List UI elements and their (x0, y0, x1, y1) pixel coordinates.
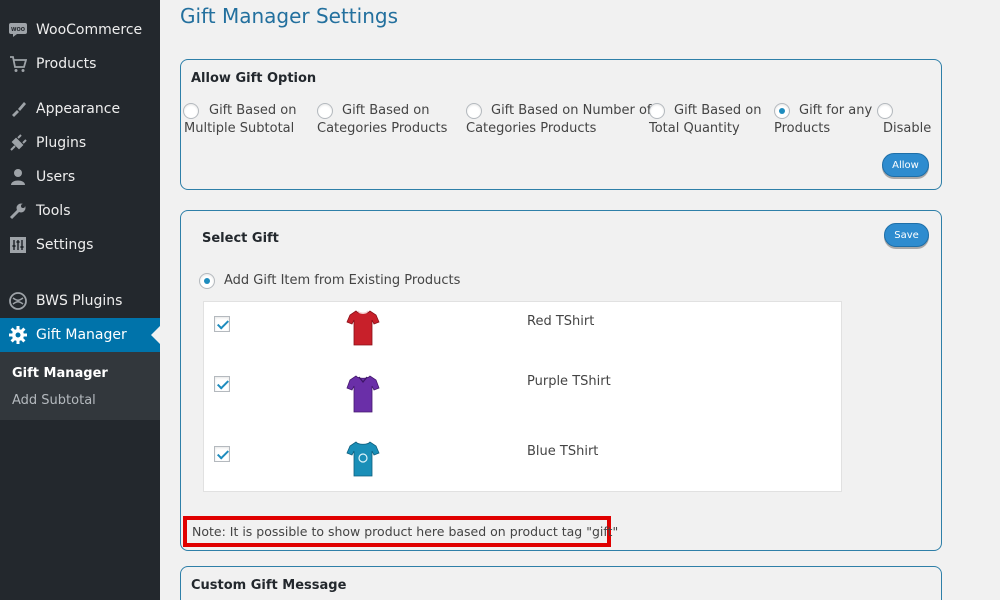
option-label: Gift Based on (674, 103, 762, 118)
plug-icon (9, 134, 27, 152)
radio-disable[interactable] (877, 103, 893, 119)
radio-categories-products[interactable] (317, 103, 333, 119)
submenu-item-add-subtotal[interactable]: Add Subtotal (12, 393, 96, 408)
product-checkbox-purple[interactable] (214, 376, 230, 392)
option-label: Gift Based on (209, 103, 297, 118)
sidebar-item-label: Products (36, 56, 97, 72)
sidebar-item-label: Plugins (36, 135, 87, 151)
radio-number-of-categories[interactable] (466, 103, 482, 119)
save-button[interactable]: Save (884, 223, 929, 247)
gift-products-table (203, 301, 842, 492)
custom-gift-message-title: Custom Gift Message (191, 578, 347, 593)
option-label: Categories Products (466, 121, 597, 136)
sidebar-item-label: Gift Manager (36, 327, 127, 343)
sidebar-item-users[interactable]: Users (0, 160, 160, 194)
product-name: Blue TShirt (527, 444, 599, 459)
note-highlight: Note: It is possible to show product her… (183, 516, 618, 547)
sidebar-item-label: Settings (36, 237, 94, 253)
sidebar-item-label: Appearance (36, 101, 121, 117)
allow-gift-option-title: Allow Gift Option (191, 71, 317, 86)
purple-tshirt-image (346, 375, 380, 413)
sidebar-item-plugins[interactable]: Plugins (0, 126, 160, 160)
gift-manager-submenu: Gift Manager Add Subtotal (0, 352, 160, 420)
sidebar-item-label: Users (36, 169, 76, 185)
option-label: Total Quantity (649, 121, 740, 136)
sidebar-item-tools[interactable]: Tools (0, 194, 160, 228)
product-checkbox-blue[interactable] (214, 446, 230, 462)
blue-tshirt-image (346, 441, 380, 477)
brush-icon (9, 100, 27, 118)
admin-sidebar: WOO WooCommerce Products Appearance Plug… (0, 0, 160, 600)
option-label: Gift Based on (342, 103, 430, 118)
sidebar-item-products[interactable]: Products (0, 47, 160, 81)
wrench-icon (9, 202, 27, 220)
allow-button[interactable]: Allow (882, 153, 929, 177)
submenu-item-gift-manager[interactable]: Gift Manager (12, 366, 108, 381)
sidebar-item-settings[interactable]: Settings (0, 228, 160, 262)
sidebar-item-label: Tools (36, 203, 71, 219)
sidebar-item-label: BWS Plugins (36, 293, 123, 309)
existing-products-label: Add Gift Item from Existing Products (224, 273, 461, 288)
woo-icon: WOO (9, 21, 27, 39)
cart-icon (9, 55, 27, 73)
product-checkbox-red[interactable] (214, 316, 230, 332)
option-label: Gift for any (799, 103, 873, 118)
svg-text:WOO: WOO (11, 27, 25, 33)
option-label: Gift Based on Number of (491, 103, 652, 118)
red-tshirt-image (346, 310, 380, 346)
option-label: Categories Products (317, 121, 448, 136)
sidebar-item-woocommerce[interactable]: WOO WooCommerce (0, 13, 160, 47)
sidebar-item-bws-plugins[interactable]: BWS Plugins (0, 284, 160, 318)
radio-existing-products[interactable] (199, 273, 215, 289)
radio-multiple-subtotal[interactable] (183, 103, 199, 119)
settings-icon (9, 236, 27, 254)
radio-any-products[interactable] (774, 103, 790, 119)
sidebar-item-label: WooCommerce (36, 22, 143, 38)
product-name: Red TShirt (527, 314, 595, 329)
user-icon (9, 168, 27, 186)
note-text: Note: It is possible to show product her… (192, 524, 619, 539)
option-label: Multiple Subtotal (184, 121, 295, 136)
product-name: Purple TShirt (527, 374, 611, 389)
option-label: Disable (883, 121, 932, 136)
gear-icon (9, 326, 27, 344)
sidebar-item-appearance[interactable]: Appearance (0, 92, 160, 126)
sidebar-item-gift-manager[interactable]: Gift Manager (0, 318, 160, 352)
radio-total-quantity[interactable] (649, 103, 665, 119)
bws-icon (9, 292, 27, 310)
select-gift-title: Select Gift (202, 231, 279, 246)
option-label: Products (774, 121, 831, 136)
page-title: Gift Manager Settings (180, 4, 398, 28)
